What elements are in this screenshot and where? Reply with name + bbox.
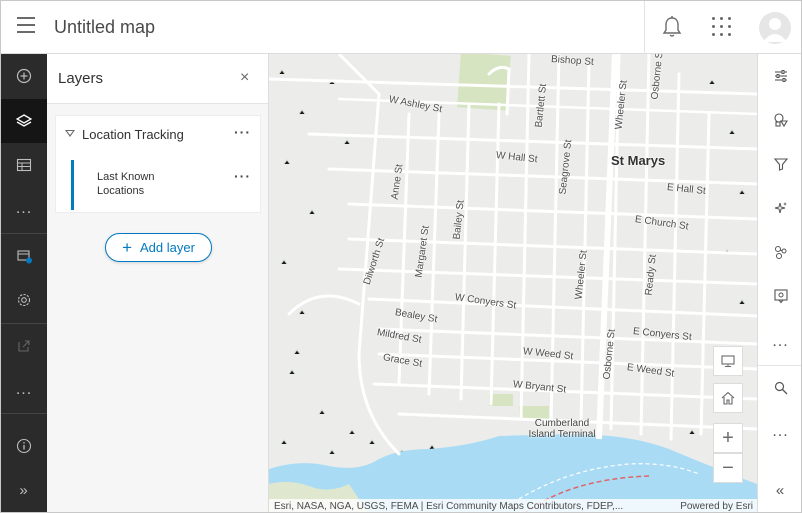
user-avatar-icon[interactable] (759, 12, 791, 44)
more-properties-button[interactable]: ... (758, 320, 801, 364)
popup-icon (773, 289, 788, 304)
close-icon[interactable]: × (240, 69, 249, 87)
add-layer-label: Add layer (140, 240, 195, 255)
aggregation-button[interactable] (758, 230, 801, 274)
tables-button[interactable] (1, 143, 47, 187)
share-icon (18, 340, 30, 352)
panel-header: Layers × (47, 54, 268, 104)
more-tools-button[interactable]: ... (758, 410, 801, 454)
park-area (457, 54, 511, 111)
group-options-button[interactable]: ··· (234, 124, 251, 140)
shapes-icon (773, 113, 788, 128)
rail-divider (1, 413, 47, 414)
zoom-in-button[interactable]: + (713, 423, 743, 453)
saved-maps-button[interactable] (1, 234, 47, 278)
layer-options-button[interactable]: ··· (234, 168, 251, 184)
layer-label: Last Known Locations (97, 171, 155, 197)
layer-selected-indicator (71, 160, 74, 210)
sliders-icon (774, 70, 787, 82)
right-action-bar: ... ... « (757, 54, 801, 512)
map-title[interactable]: Untitled map (54, 17, 155, 38)
monitor-icon[interactable] (713, 346, 743, 376)
group-layer-row[interactable]: Location Tracking ··· (56, 116, 262, 154)
more-tools-button[interactable]: ... (1, 187, 47, 231)
attribution-bar: Esri, NASA, NGA, USGS, FEMA | Esri Commu… (269, 499, 757, 512)
sparkle-icon (774, 202, 787, 214)
attribution-text[interactable]: Esri, NASA, NGA, USGS, FEMA | Esri Commu… (274, 501, 623, 512)
app-header: Untitled map (1, 1, 801, 54)
expand-rail-button[interactable]: » (1, 468, 47, 512)
road (337, 54, 381, 96)
layers-button[interactable] (1, 99, 47, 143)
panel-title: Layers (58, 70, 104, 87)
more-horizontal-icon: ... (15, 381, 33, 398)
layers-panel: Layers × Location Tracking ··· Last Know… (47, 54, 269, 512)
map-viewer-app: Untitled map ... ... » Layers × Location… (0, 0, 802, 513)
app-launcher-icon[interactable] (711, 16, 733, 38)
filter-button[interactable] (758, 142, 801, 186)
chevrons-left-icon: « (775, 481, 786, 499)
hamburger-icon[interactable] (17, 17, 39, 37)
plus-circle-icon (16, 68, 32, 84)
more-horizontal-icon: ... (772, 423, 789, 440)
popups-button[interactable] (758, 274, 801, 318)
home-icon[interactable] (713, 383, 743, 413)
styles-button[interactable] (758, 98, 801, 142)
map-view[interactable]: W Ashley St W Hall St E Hall St E Church… (269, 54, 757, 512)
settings-button[interactable] (1, 278, 47, 322)
bell-icon[interactable] (661, 15, 683, 39)
table-icon (16, 158, 32, 172)
poi-label: Cumberland Island Terminal (528, 418, 596, 440)
zoom-out-button[interactable]: − (713, 453, 743, 483)
layer-row[interactable]: Last Known Locations ··· (56, 156, 262, 212)
map-folder-icon (17, 250, 32, 264)
add-layer-button[interactable]: + Add layer (105, 233, 212, 262)
share-button[interactable] (1, 324, 47, 368)
group-layer-label: Location Tracking (82, 127, 184, 142)
search-button[interactable] (758, 366, 801, 410)
properties-button[interactable] (758, 54, 801, 98)
chevrons-right-icon: » (19, 481, 29, 499)
gear-icon (17, 293, 31, 307)
left-action-bar: ... ... » (1, 54, 47, 512)
info-icon (16, 438, 32, 454)
layers-icon (16, 114, 32, 127)
more-actions-button[interactable]: ... (1, 368, 47, 412)
more-horizontal-icon: ... (15, 200, 33, 217)
info-button[interactable] (1, 424, 47, 468)
search-icon (774, 381, 787, 395)
add-content-button[interactable] (1, 54, 47, 98)
plus-icon: + (122, 238, 132, 257)
effects-button[interactable] (758, 186, 801, 230)
cluster-icon (774, 246, 786, 259)
powered-by-link[interactable]: Powered by Esri (680, 499, 753, 512)
basemap (269, 54, 757, 512)
layer-list: Location Tracking ··· Last Known Locatio… (55, 115, 261, 213)
collapse-rail-button[interactable]: « (758, 468, 801, 512)
filter-icon (773, 158, 788, 171)
header-divider (644, 1, 645, 54)
city-label: St Marys (611, 153, 666, 168)
more-horizontal-icon: ... (772, 333, 789, 350)
caret-down-icon[interactable] (65, 130, 75, 137)
